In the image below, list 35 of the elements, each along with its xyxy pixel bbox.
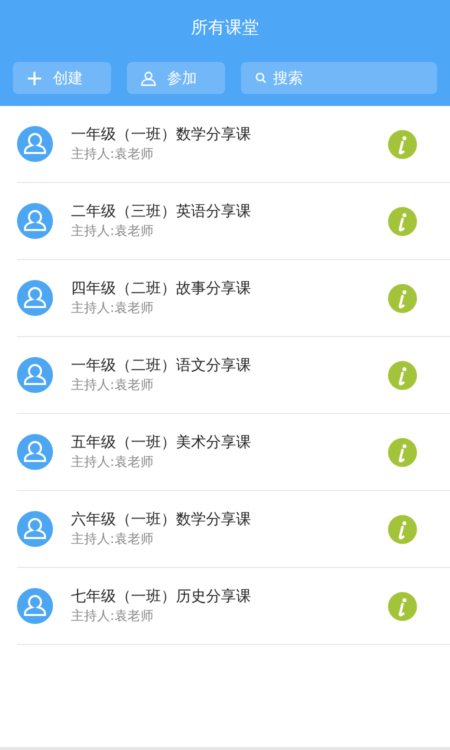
- search-icon: [255, 72, 267, 84]
- class-title: 五年级（一班）美术分享课: [71, 432, 252, 453]
- class-title: 二年级（三班）英语分享课: [71, 201, 252, 222]
- person-icon: [140, 70, 157, 86]
- info-icon[interactable]: [388, 592, 417, 620]
- class-title: 一年级（一班）数学分享课: [71, 124, 252, 145]
- plus-icon: [26, 70, 43, 86]
- info-icon[interactable]: [388, 514, 417, 544]
- avatar-icon: [17, 588, 53, 624]
- avatar-icon: [17, 434, 53, 470]
- page-title: 所有课堂: [190, 17, 260, 40]
- join-button[interactable]: 参加: [127, 62, 225, 94]
- class-title: 一年级（二班）语文分享课: [71, 355, 252, 376]
- class-title: 四年级（二班）故事分享课: [71, 278, 252, 299]
- class-title: 六年级（一班）数学分享课: [71, 509, 252, 530]
- search-field[interactable]: 搜索: [241, 62, 437, 94]
- host-name: 主持人:袁老师: [71, 146, 154, 164]
- info-icon[interactable]: [388, 360, 417, 390]
- create-button[interactable]: 创建: [13, 62, 111, 94]
- info-icon[interactable]: [388, 438, 417, 466]
- info-icon[interactable]: [388, 206, 417, 236]
- host-name: 主持人:袁老师: [71, 608, 154, 626]
- avatar-icon: [17, 357, 53, 393]
- host-name: 主持人:袁老师: [71, 377, 154, 395]
- info-icon[interactable]: [388, 130, 417, 158]
- avatar-icon: [17, 511, 53, 547]
- avatar-icon: [17, 280, 53, 316]
- host-name: 主持人:袁老师: [71, 531, 154, 549]
- avatar-icon: [17, 203, 53, 239]
- avatar-icon: [17, 126, 53, 162]
- class-title: 七年级（一班）历史分享课: [71, 586, 252, 607]
- info-icon[interactable]: [388, 284, 417, 312]
- host-name: 主持人:袁老师: [71, 454, 154, 472]
- host-name: 主持人:袁老师: [71, 223, 154, 241]
- host-name: 主持人:袁老师: [71, 300, 154, 318]
